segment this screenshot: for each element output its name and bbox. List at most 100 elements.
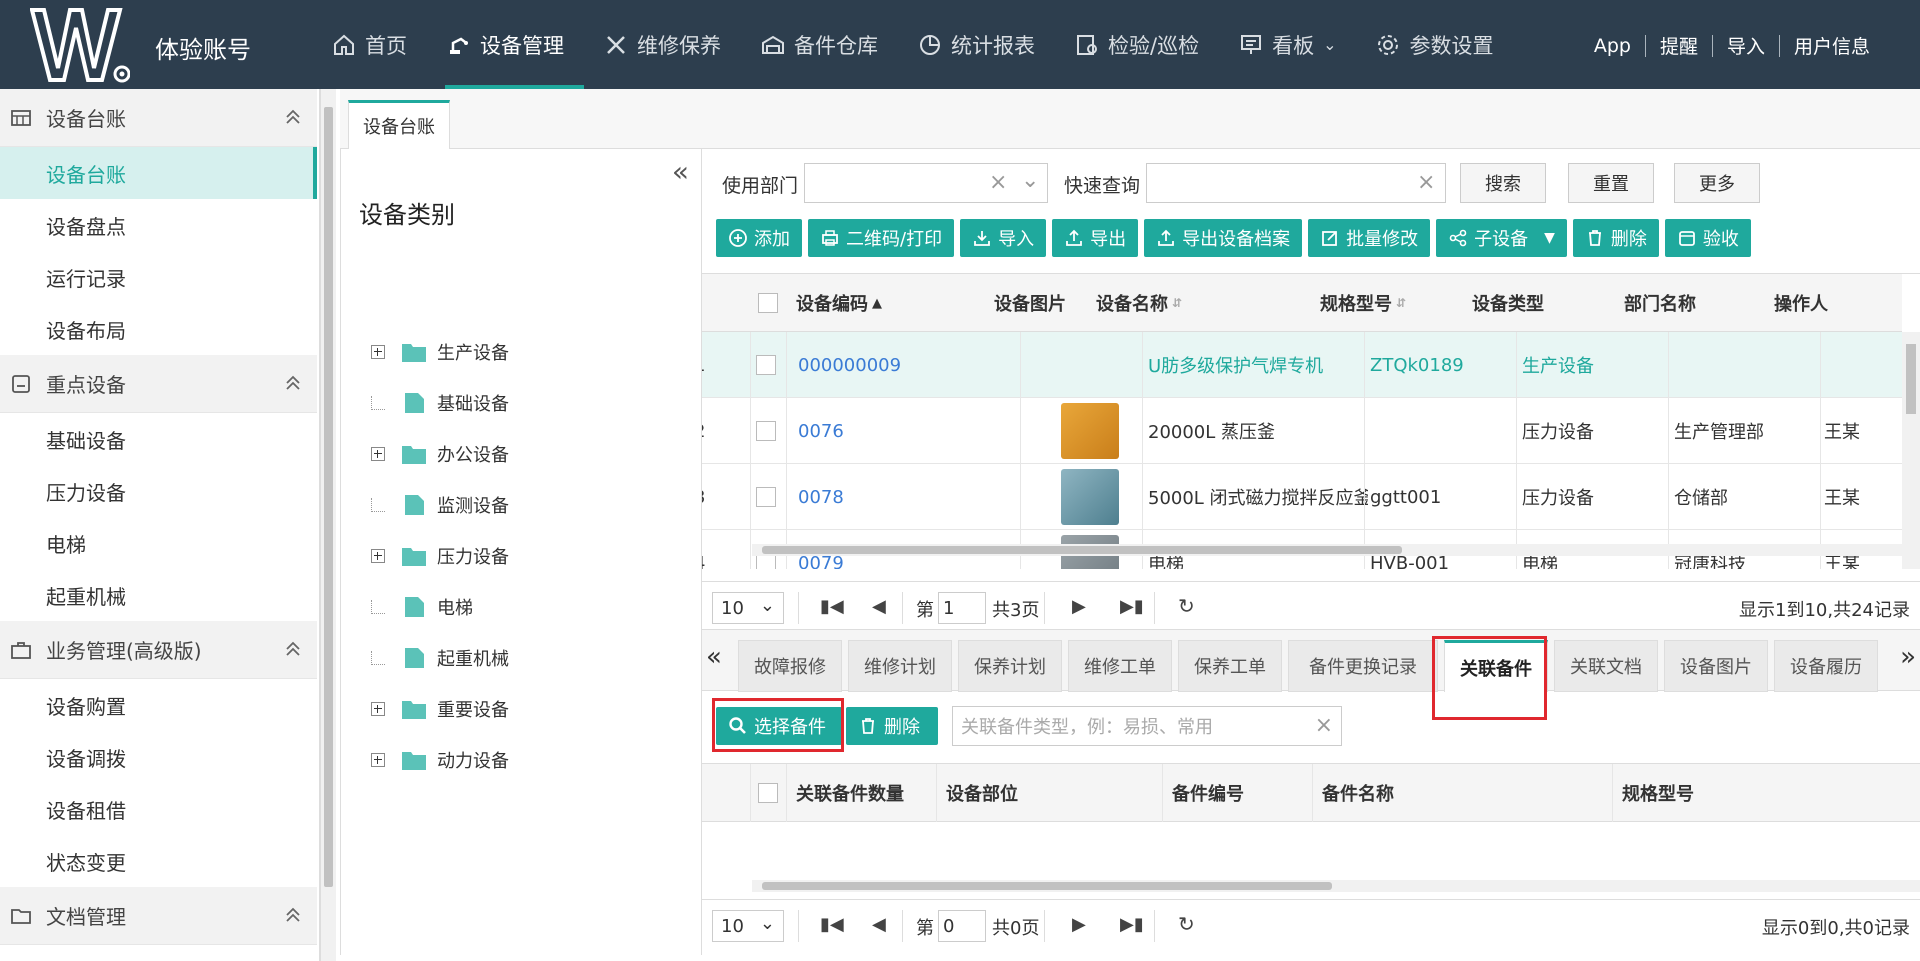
- last-page-icon[interactable]: ▶▮: [1120, 596, 1144, 617]
- page-size-select[interactable]: 10 ⌄: [712, 592, 784, 624]
- prev-page-icon[interactable]: ◀: [872, 596, 886, 617]
- detail-tab[interactable]: 备件更换记录: [1288, 640, 1438, 692]
- nav-home[interactable]: 首页: [312, 0, 427, 89]
- detail-tab[interactable]: 保养工单: [1178, 640, 1282, 692]
- chevron-down-icon[interactable]: ⌄: [1021, 168, 1039, 193]
- table-hscroll[interactable]: [752, 880, 1920, 892]
- sidebar-item-status-change[interactable]: 状态变更: [0, 835, 317, 887]
- row-checkbox[interactable]: [756, 355, 776, 375]
- tree-node[interactable]: 电梯: [371, 590, 473, 624]
- expand-icon[interactable]: [371, 549, 385, 563]
- tree-node[interactable]: 动力设备: [371, 743, 509, 777]
- sidebar-group-key[interactable]: 重点设备: [0, 355, 317, 413]
- tree-node[interactable]: 生产设备: [371, 335, 509, 369]
- detail-tab[interactable]: 关联文档: [1554, 640, 1658, 692]
- export-button[interactable]: 导出: [1052, 219, 1139, 257]
- batch-edit-button[interactable]: 批量修改: [1308, 219, 1431, 257]
- user-info-link[interactable]: 用户信息: [1780, 32, 1884, 59]
- remind-link[interactable]: 提醒: [1646, 32, 1712, 59]
- scrollbar-thumb[interactable]: [324, 107, 333, 887]
- equipment-thumbnail[interactable]: [1061, 469, 1119, 525]
- delete-spare-button[interactable]: 删除: [846, 707, 938, 745]
- select-all-checkbox[interactable]: [758, 783, 778, 803]
- tree-node[interactable]: 基础设备: [371, 386, 509, 420]
- reset-button[interactable]: 重置: [1568, 163, 1654, 203]
- sidebar-item-layout[interactable]: 设备布局: [0, 303, 317, 355]
- equipment-thumbnail[interactable]: [1061, 403, 1119, 459]
- sidebar-item-stocktake[interactable]: 设备盘点: [0, 199, 317, 251]
- accept-button[interactable]: 验收: [1664, 219, 1751, 257]
- sidebar-item-ledger[interactable]: 设备台账: [0, 147, 317, 199]
- sidebar-group-ledger[interactable]: 设备台账: [0, 89, 317, 147]
- page-input[interactable]: 1: [938, 592, 986, 624]
- equipment-code-link[interactable]: 0078: [798, 464, 948, 530]
- scrollbar-thumb[interactable]: [762, 882, 1332, 890]
- detail-tab[interactable]: 维修工单: [1068, 640, 1172, 692]
- sidebar-item-lease[interactable]: 设备租借: [0, 783, 317, 835]
- tab-ledger[interactable]: 设备台账: [348, 100, 450, 149]
- nav-settings[interactable]: 参数设置: [1356, 0, 1513, 89]
- search-button[interactable]: 搜索: [1460, 163, 1546, 203]
- sidebar-item-run-log[interactable]: 运行记录: [0, 251, 317, 303]
- select-all-checkbox[interactable]: [758, 293, 778, 313]
- detail-tab[interactable]: 故障报修: [738, 640, 842, 692]
- sub-device-button[interactable]: 子设备 ▼: [1436, 219, 1567, 257]
- detail-tab[interactable]: 保养计划: [958, 640, 1062, 692]
- import-link[interactable]: 导入: [1713, 32, 1779, 59]
- detail-tab[interactable]: 设备图片: [1664, 640, 1768, 692]
- page-size-select[interactable]: 10 ⌄: [712, 910, 784, 942]
- table-hscroll[interactable]: [752, 544, 1902, 556]
- refresh-icon[interactable]: ↻: [1178, 912, 1195, 936]
- nav-inspection[interactable]: 检验/巡检: [1055, 0, 1219, 89]
- sidebar-item-elevator[interactable]: 电梯: [0, 517, 317, 569]
- export-archive-button[interactable]: 导出设备档案: [1144, 219, 1303, 257]
- tree-node[interactable]: 压力设备: [371, 539, 509, 573]
- spare-type-input[interactable]: 关联备件类型，例：易损、常用 ×: [952, 706, 1342, 746]
- table-row[interactable]: 2 0076 20000L 蒸压釜 压力设备 生产管理部 王某: [702, 398, 1902, 464]
- last-page-icon[interactable]: ▶▮: [1120, 914, 1144, 935]
- nav-maintenance[interactable]: 维修保养: [584, 0, 741, 89]
- sidebar-group-business[interactable]: 业务管理(高级版): [0, 621, 317, 679]
- sidebar-item-basic[interactable]: 基础设备: [0, 413, 317, 465]
- tree-node[interactable]: 办公设备: [371, 437, 509, 471]
- first-page-icon[interactable]: ▮◀: [820, 596, 844, 617]
- sidebar-item-transfer[interactable]: 设备调拨: [0, 731, 317, 783]
- sidebar-scrollbar[interactable]: [320, 89, 336, 961]
- tree-node[interactable]: 起重机械: [371, 641, 509, 675]
- nav-equipment[interactable]: 设备管理: [427, 0, 584, 89]
- page-input[interactable]: 0: [938, 910, 986, 942]
- delete-button[interactable]: 删除: [1572, 219, 1659, 257]
- first-page-icon[interactable]: ▮◀: [820, 914, 844, 935]
- nav-board[interactable]: 看板 ⌄: [1219, 0, 1356, 89]
- table-vscroll[interactable]: [1902, 332, 1920, 569]
- tree-node[interactable]: 重要设备: [371, 692, 509, 726]
- add-button[interactable]: 添加: [716, 219, 802, 257]
- next-page-icon[interactable]: ▶: [1072, 914, 1086, 935]
- app-link[interactable]: App: [1580, 35, 1645, 57]
- table-row[interactable]: 1 000000009 U肪多级保护气焊专机 ZTQk0189 生产设备: [702, 332, 1902, 398]
- row-checkbox[interactable]: [756, 421, 776, 441]
- expand-icon[interactable]: [371, 345, 385, 359]
- nav-warehouse[interactable]: 备件仓库: [741, 0, 898, 89]
- refresh-icon[interactable]: ↻: [1178, 594, 1195, 618]
- scroll-left-icon[interactable]: «: [706, 642, 722, 672]
- collapse-left-icon[interactable]: «: [672, 155, 689, 188]
- row-checkbox[interactable]: [756, 487, 776, 507]
- more-button[interactable]: 更多: [1674, 163, 1760, 203]
- sidebar-group-docs[interactable]: 文档管理: [0, 887, 317, 945]
- tree-node[interactable]: 监测设备: [371, 488, 509, 522]
- expand-icon[interactable]: [371, 702, 385, 716]
- import-button[interactable]: 导入: [960, 219, 1047, 257]
- nav-reports[interactable]: 统计报表: [898, 0, 1055, 89]
- qrcode-print-button[interactable]: 二维码/打印: [808, 219, 955, 257]
- detail-tab[interactable]: 设备履历: [1774, 640, 1878, 692]
- expand-icon[interactable]: [371, 447, 385, 461]
- detail-tab[interactable]: 维修计划: [848, 640, 952, 692]
- dept-select[interactable]: × ⌄: [804, 163, 1048, 203]
- clear-icon[interactable]: ×: [989, 170, 1007, 195]
- scroll-right-icon[interactable]: »: [1900, 642, 1916, 672]
- prev-page-icon[interactable]: ◀: [872, 914, 886, 935]
- scrollbar-thumb[interactable]: [1906, 344, 1916, 414]
- sidebar-item-pressure[interactable]: 压力设备: [0, 465, 317, 517]
- equipment-code-link[interactable]: 0076: [798, 398, 948, 464]
